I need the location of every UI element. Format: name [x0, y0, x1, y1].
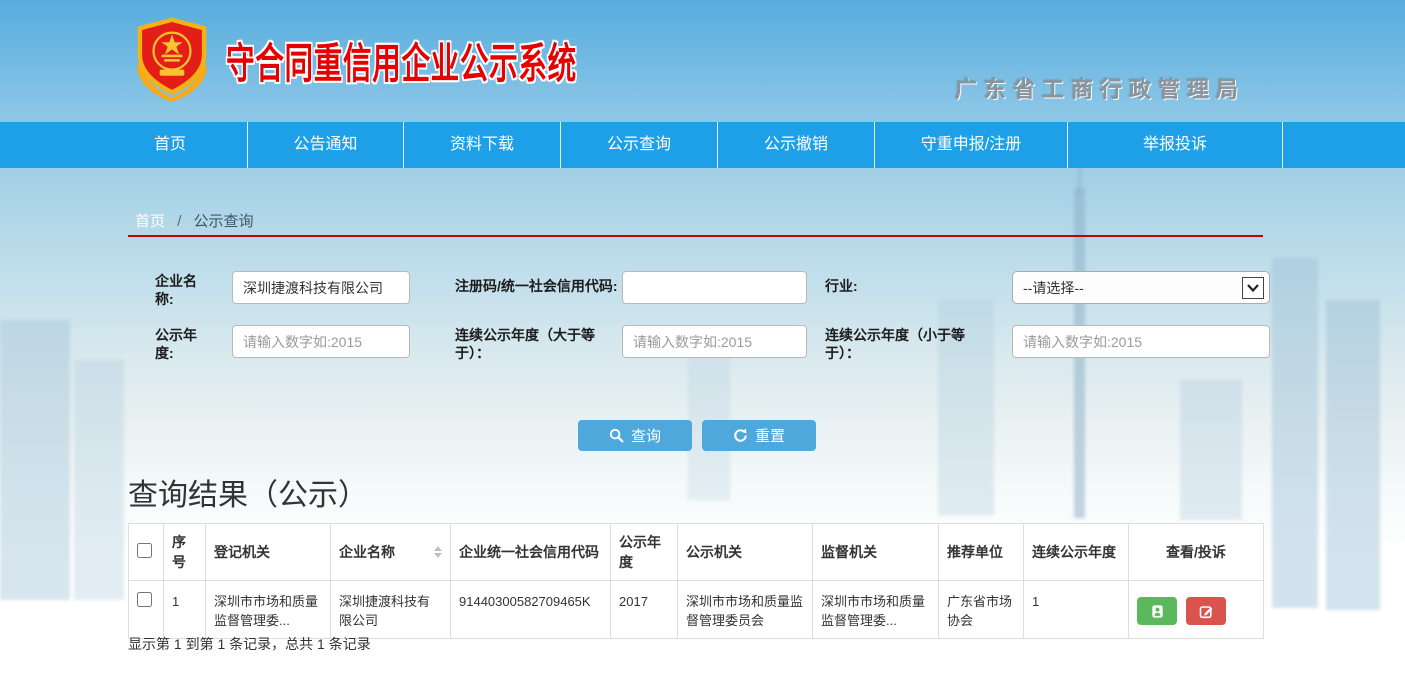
cell-publicity-org: 深圳市市场和质量监督管理委员会: [678, 581, 813, 639]
col-header-credit-code: 企业统一社会信用代码: [451, 524, 611, 581]
company-name-input[interactable]: [232, 271, 410, 304]
consecutive-ge-input[interactable]: [622, 325, 807, 358]
col-header-year: 公示年度: [611, 524, 678, 581]
col-header-actions: 查看/投诉: [1129, 524, 1264, 581]
table-header-row: 序号 登记机关 企业名称 企业统一社会信用代码 公示年度 公示机关 监督机关 推…: [129, 524, 1264, 581]
breadcrumb-home-link[interactable]: 首页: [135, 213, 165, 230]
records-summary: 显示第 1 到第 1 条记录，总共 1 条记录: [128, 634, 371, 654]
nav-item-home[interactable]: 首页: [93, 122, 248, 168]
breadcrumb: 首页 / 公示查询: [135, 210, 254, 231]
nav-spacer: [0, 122, 93, 168]
nav-fill: [1283, 122, 1405, 168]
background-building: [1180, 380, 1242, 520]
publicity-year-input[interactable]: [232, 325, 410, 358]
consecutive-le-label: 连续公示年度（小于等于）：: [825, 326, 977, 362]
background-building: [0, 320, 70, 600]
col-header-supervise-org: 监督机关: [813, 524, 939, 581]
cell-recommend-org: 广东省市场协会: [939, 581, 1024, 639]
industry-selected-value: --请选择--: [1023, 278, 1084, 298]
select-all-checkbox[interactable]: [137, 543, 152, 558]
nav-item-announcements[interactable]: 公告通知: [248, 122, 404, 168]
site-title: 守合同重信用企业公示系统: [226, 30, 577, 91]
reset-button-label: 重置: [755, 425, 785, 446]
cell-company: 深圳捷渡科技有限公司: [331, 581, 451, 639]
breadcrumb-separator: /: [177, 213, 181, 230]
search-button-label: 查询: [631, 425, 661, 446]
main-nav: 首页 公告通知 资料下载 公示查询 公示撤销 守重申报/注册 举报投诉: [0, 122, 1405, 168]
search-icon: [609, 428, 624, 443]
reset-button[interactable]: 重置: [702, 420, 816, 451]
consecutive-le-input[interactable]: [1012, 325, 1270, 358]
results-table: 序号 登记机关 企业名称 企业统一社会信用代码 公示年度 公示机关 监督机关 推…: [128, 523, 1264, 639]
refresh-icon: [733, 428, 748, 443]
cell-year: 2017: [611, 581, 678, 639]
nav-item-publicity-query[interactable]: 公示查询: [561, 122, 718, 168]
publicity-year-label: 公示年度:: [155, 326, 207, 362]
cell-seq: 1: [164, 581, 206, 639]
gongshang-emblem-logo: [128, 15, 216, 103]
cell-supervise-org: 深圳市市场和质量监督管理委...: [813, 581, 939, 639]
results-title: 查询结果（公示）: [128, 470, 368, 514]
user-badge-icon: [1150, 604, 1165, 619]
edit-icon: [1199, 604, 1214, 619]
consecutive-ge-label: 连续公示年度（大于等于）：: [455, 326, 607, 362]
page: 守合同重信用企业公示系统 广东省工商行政管理局 首页 公告通知 资料下载 公示查…: [0, 0, 1405, 684]
nav-item-report-complaint[interactable]: 举报投诉: [1068, 122, 1283, 168]
cell-reg-org: 深圳市市场和质量监督管理委...: [206, 581, 331, 639]
red-divider: [128, 235, 1263, 237]
nav-item-apply-register[interactable]: 守重申报/注册: [875, 122, 1068, 168]
background-building: [1272, 258, 1318, 608]
cell-actions: [1129, 581, 1264, 639]
org-name: 广东省工商行政管理局: [955, 72, 1245, 104]
breadcrumb-current: 公示查询: [194, 213, 254, 230]
col-header-company-label: 企业名称: [339, 542, 395, 562]
chevron-down-icon: [1242, 277, 1264, 299]
view-button[interactable]: [1137, 597, 1177, 625]
col-header-publicity-org: 公示机关: [678, 524, 813, 581]
background-building: [1326, 300, 1380, 610]
col-header-reg-org: 登记机关: [206, 524, 331, 581]
cell-consecutive: 1: [1024, 581, 1129, 639]
background-building: [74, 360, 124, 600]
company-name-label: 企业名称:: [155, 272, 207, 308]
nav-item-downloads[interactable]: 资料下载: [404, 122, 561, 168]
table-row: 1 深圳市市场和质量监督管理委... 深圳捷渡科技有限公司 9144030058…: [129, 581, 1264, 639]
nav-item-publicity-revoke[interactable]: 公示撤销: [718, 122, 875, 168]
col-header-consecutive: 连续公示年度: [1024, 524, 1129, 581]
col-header-company: 企业名称: [331, 524, 451, 581]
col-header-recommend-org: 推荐单位: [939, 524, 1024, 581]
search-button[interactable]: 查询: [578, 420, 692, 451]
industry-label: 行业:: [825, 277, 858, 295]
row-checkbox[interactable]: [137, 592, 152, 607]
sort-icon[interactable]: [434, 546, 442, 558]
credit-code-label: 注册码/统一社会信用代码:: [455, 277, 618, 295]
col-header-seq: 序号: [164, 524, 206, 581]
cell-credit-code: 91440300582709465K: [451, 581, 611, 639]
industry-select[interactable]: --请选择--: [1012, 271, 1270, 304]
complaint-button[interactable]: [1186, 597, 1226, 625]
credit-code-input[interactable]: [622, 271, 807, 304]
